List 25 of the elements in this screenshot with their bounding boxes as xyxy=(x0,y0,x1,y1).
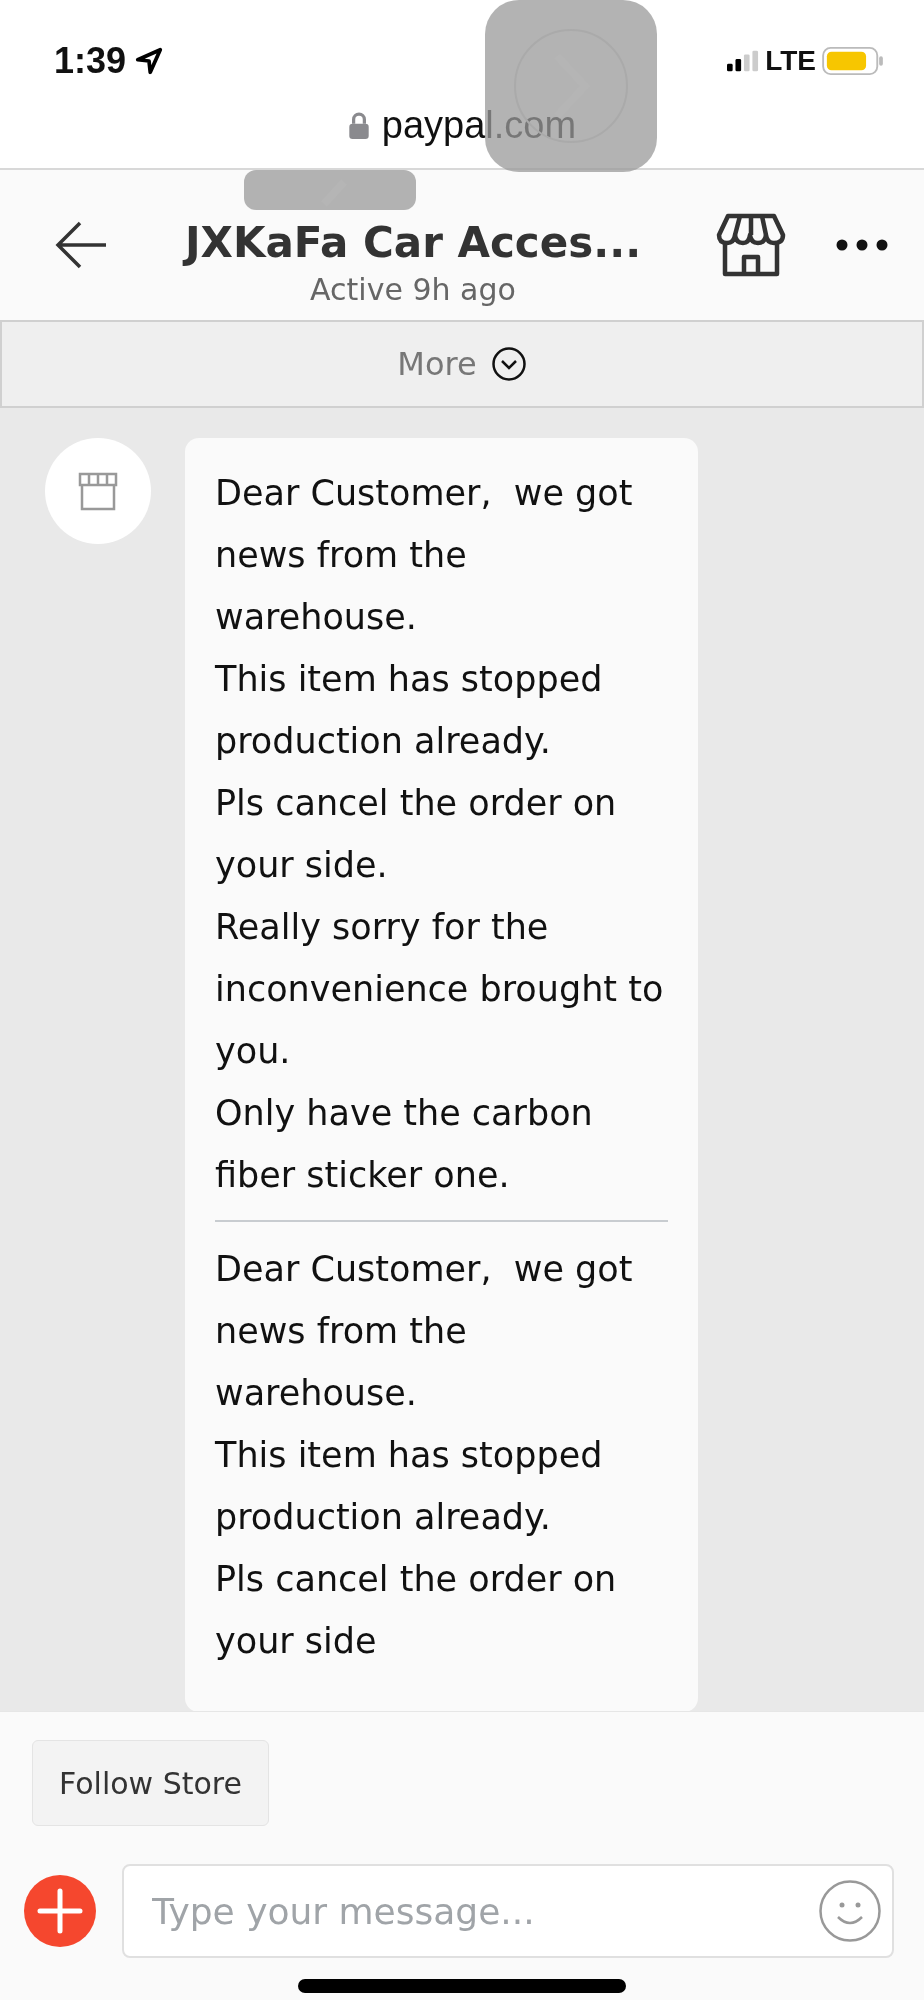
add-icon[interactable] xyxy=(24,1875,96,1947)
location-arrow-icon xyxy=(134,46,165,76)
store-icon[interactable] xyxy=(716,213,786,277)
store-title: JXKaFa Car Acces... xyxy=(184,217,642,269)
network-label: LTE xyxy=(765,45,816,77)
message-text: Pls cancel the order on your side xyxy=(215,1558,618,1663)
message-text: Dear Customer, we got news from the warehouse. xyxy=(215,472,634,639)
lock-icon xyxy=(347,111,370,140)
message-text: Dear Customer, we got news from the warehouse. xyxy=(215,1248,634,1415)
message-input[interactable]: Type your message... xyxy=(150,1889,818,1933)
signal-icon xyxy=(727,50,760,72)
status-time: 1:39 xyxy=(54,40,127,82)
follow-store-button[interactable]: Follow Store xyxy=(32,1740,269,1826)
more-button[interactable]: More xyxy=(0,320,924,408)
emoji-icon[interactable] xyxy=(818,1879,882,1943)
more-options-icon[interactable] xyxy=(836,239,888,251)
active-status: Active 9h ago xyxy=(310,271,516,309)
message-text: This item has stopped production already. xyxy=(215,658,604,763)
message-text: Only have the carbon fiber sticker one. xyxy=(215,1092,594,1197)
message-field[interactable]: Type your message... xyxy=(122,1864,894,1958)
message-text: This item has stopped production already. xyxy=(215,1434,604,1539)
message-text: Really sorry for the inconvenience brought to you. xyxy=(215,906,665,1073)
battery-icon xyxy=(822,47,884,75)
chevron-down-icon xyxy=(490,346,527,382)
message-text: Pls cancel the order on your side. xyxy=(215,782,618,887)
